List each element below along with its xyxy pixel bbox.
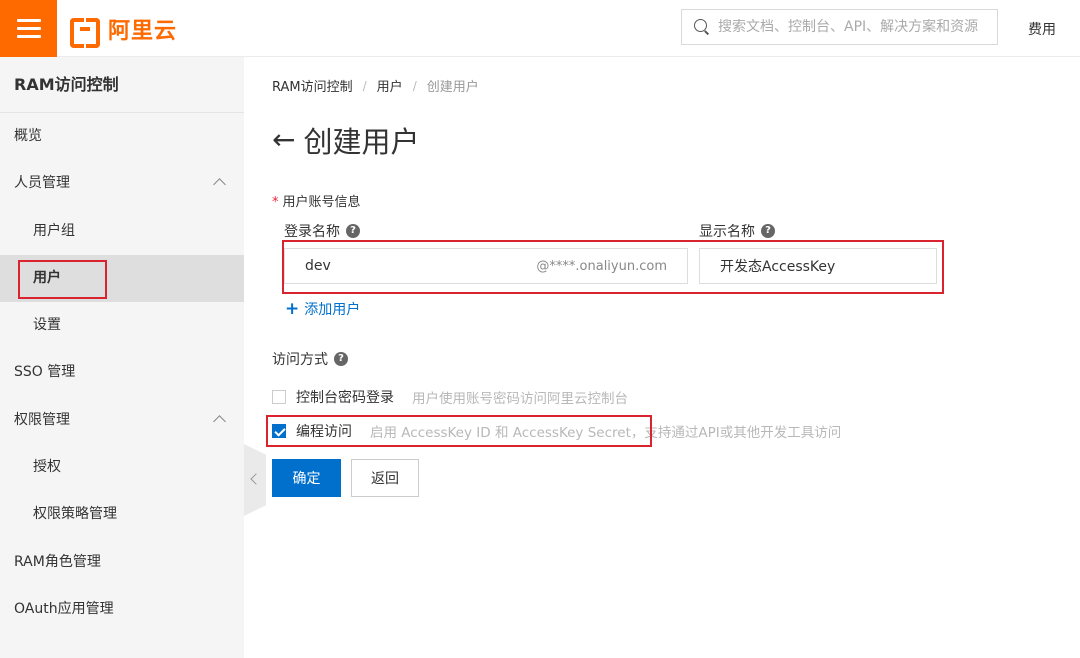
option-name: 编程访问: [296, 424, 352, 440]
sidebar-item-label: 概览: [14, 128, 42, 144]
breadcrumb-separator: /: [412, 78, 417, 93]
logo[interactable]: 阿里云: [70, 14, 178, 48]
page-title: 创建用户: [303, 125, 420, 159]
search-input[interactable]: [718, 19, 988, 35]
login-domain-suffix: @****.onaliyun.com: [536, 258, 667, 274]
login-name-label: 登录名称 ?: [284, 221, 360, 241]
chevron-up-icon: [213, 414, 226, 428]
sidebar: RAM访问控制 概览 人员管理 用户组 用户 设置 SSO 管理 权限管理 授权…: [0, 57, 244, 658]
option-description: 用户使用账号密码访问阿里云控制台: [412, 391, 628, 407]
option-description: 启用 AccessKey ID 和 AccessKey Secret，支持通过A…: [370, 425, 842, 441]
sidebar-item-settings[interactable]: 设置: [0, 302, 244, 349]
sidebar-item-identities[interactable]: 人员管理: [0, 160, 244, 207]
sidebar-item-label: 人员管理: [14, 175, 70, 192]
breadcrumb-current: 创建用户: [426, 80, 479, 95]
console-login-option[interactable]: 控制台密码登录 用户使用账号密码访问阿里云控制台: [272, 387, 628, 407]
sidebar-item-roles[interactable]: RAM角色管理: [0, 539, 244, 586]
back-arrow-icon[interactable]: ←: [272, 126, 295, 154]
sidebar-item-label: 权限管理: [14, 411, 70, 428]
breadcrumb-separator: /: [362, 78, 367, 93]
breadcrumb-item[interactable]: RAM访问控制: [272, 76, 353, 95]
sidebar-item-groups[interactable]: 用户组: [0, 208, 244, 255]
sidebar-item-users[interactable]: 用户: [0, 254, 244, 303]
sidebar-collapse-handle[interactable]: [244, 444, 266, 516]
breadcrumb: RAM访问控制 / 用户 / 创建用户: [272, 76, 479, 96]
top-bar: 阿里云 费用: [0, 0, 1080, 57]
display-name-field[interactable]: 开发态AccessKey: [699, 248, 937, 284]
programmatic-access-checkbox[interactable]: [272, 424, 286, 438]
help-icon[interactable]: ?: [334, 352, 348, 366]
access-mode-label: 访问方式 ?: [272, 349, 348, 369]
sidebar-item-label: 权限策略管理: [33, 506, 117, 523]
aliyun-logo-icon: [70, 18, 100, 48]
confirm-button[interactable]: 确定: [272, 459, 341, 497]
chevron-up-icon: [213, 178, 226, 192]
sidebar-item-label: 用户: [33, 269, 61, 286]
logo-text: 阿里云: [108, 19, 178, 44]
sidebar-item-label: SSO 管理: [14, 364, 76, 381]
sidebar-item-overview[interactable]: 概览: [0, 113, 244, 160]
sidebar-item-label: 用户组: [33, 222, 75, 239]
sidebar-item-label: OAuth应用管理: [14, 600, 114, 617]
plus-icon: +: [285, 298, 300, 319]
option-name: 控制台密码登录: [296, 390, 394, 406]
sidebar-title: RAM访问控制: [0, 57, 244, 113]
help-icon[interactable]: ?: [346, 224, 360, 238]
add-user-label: 添加用户: [304, 302, 361, 318]
console-login-checkbox[interactable]: [272, 390, 286, 404]
page-header: ← 创建用户: [272, 119, 419, 161]
back-button[interactable]: 返回: [351, 459, 419, 497]
sidebar-item-sso[interactable]: SSO 管理: [0, 349, 244, 396]
sidebar-item-oauth[interactable]: OAuth应用管理: [0, 586, 244, 633]
fee-link[interactable]: 费用: [1028, 19, 1056, 39]
display-name-value: 开发态AccessKey: [720, 259, 836, 275]
sidebar-item-permissions[interactable]: 权限管理: [0, 397, 244, 444]
login-name-field[interactable]: dev @****.onaliyun.com: [284, 248, 688, 284]
menu-icon[interactable]: [0, 0, 57, 57]
section-label: * 用户账号信息: [272, 195, 361, 210]
sidebar-item-policies[interactable]: 权限策略管理: [0, 491, 244, 538]
breadcrumb-item[interactable]: 用户: [377, 76, 403, 95]
search-icon: [694, 19, 710, 35]
display-name-label: 显示名称 ?: [699, 221, 775, 241]
sidebar-item-grants[interactable]: 授权: [0, 444, 244, 491]
programmatic-access-option[interactable]: 编程访问 启用 AccessKey ID 和 AccessKey Secret，…: [272, 421, 841, 441]
login-name-value: dev: [305, 258, 331, 274]
add-user-button[interactable]: + 添加用户: [285, 299, 360, 319]
sidebar-item-label: 设置: [33, 317, 61, 334]
sidebar-item-label: RAM角色管理: [14, 553, 101, 570]
help-icon[interactable]: ?: [761, 224, 775, 238]
search-box[interactable]: [681, 9, 998, 45]
sidebar-item-label: 授权: [33, 459, 61, 476]
